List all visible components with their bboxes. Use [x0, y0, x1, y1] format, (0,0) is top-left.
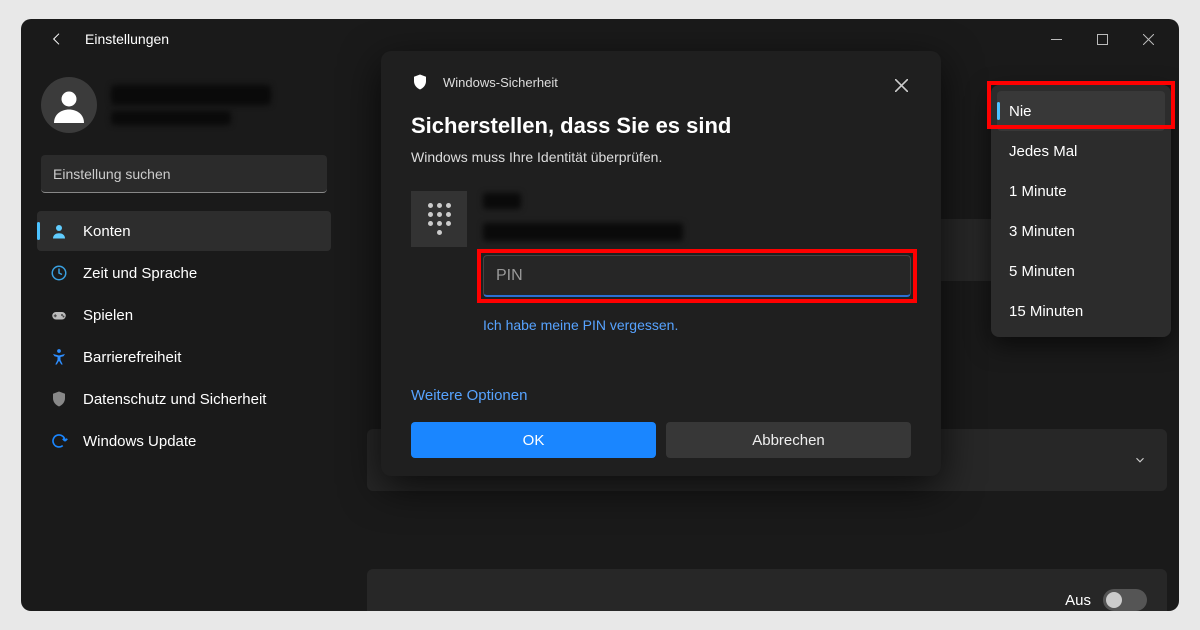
- dropdown-item-nie[interactable]: Nie: [997, 91, 1165, 131]
- sidebar-item-accessibility[interactable]: Barrierefreiheit: [37, 337, 331, 377]
- sidebar-item-time-language[interactable]: Zeit und Sprache: [37, 253, 331, 293]
- minimize-button[interactable]: [1033, 23, 1079, 55]
- shield-icon: [49, 389, 69, 409]
- dialog-brand: Windows-Sicherheit: [443, 75, 558, 90]
- cancel-button[interactable]: Abbrechen: [666, 422, 911, 458]
- ok-button[interactable]: OK: [411, 422, 656, 458]
- dropdown-item-1-minute[interactable]: 1 Minute: [997, 171, 1165, 211]
- window-title: Einstellungen: [85, 31, 169, 47]
- sidebar-item-accounts[interactable]: Konten: [37, 211, 331, 251]
- credential-block: Ich habe meine PIN vergessen.: [411, 191, 911, 333]
- profile-name-redacted: [111, 85, 271, 105]
- chevron-down-icon: [1133, 453, 1147, 467]
- gamepad-icon: [49, 305, 69, 325]
- close-button[interactable]: [1125, 23, 1171, 55]
- settings-window: Einstellungen Einstellung suchen: [21, 19, 1179, 611]
- sidebar-item-gaming[interactable]: Spielen: [37, 295, 331, 335]
- sidebar: Einstellung suchen Konten Zeit und Sprac…: [21, 59, 341, 611]
- sidebar-item-privacy-security[interactable]: Datenschutz und Sicherheit: [37, 379, 331, 419]
- profile-text: [111, 85, 271, 125]
- globe-clock-icon: [49, 263, 69, 283]
- timeout-dropdown: Nie Jedes Mal 1 Minute 3 Minuten 5 Minut…: [991, 85, 1171, 337]
- settings-row-toggle[interactable]: Aus: [367, 569, 1167, 611]
- credential-email-redacted: [483, 223, 683, 241]
- person-icon: [49, 221, 69, 241]
- dialog-title: Sicherstellen, dass Sie es sind: [411, 113, 911, 139]
- keypad-icon: [411, 191, 467, 247]
- forgot-pin-link[interactable]: Ich habe meine PIN vergessen.: [483, 317, 911, 333]
- profile-email-redacted: [111, 111, 231, 125]
- dropdown-item-5-minuten[interactable]: 5 Minuten: [997, 251, 1165, 291]
- pin-input[interactable]: [483, 255, 911, 297]
- sidebar-item-label: Datenschutz und Sicherheit: [83, 391, 266, 408]
- windows-security-dialog: Windows-Sicherheit Sicherstellen, dass S…: [381, 51, 941, 476]
- back-button[interactable]: [41, 23, 73, 55]
- sidebar-item-label: Spielen: [83, 307, 133, 324]
- dialog-subtitle: Windows muss Ihre Identität überprüfen.: [411, 149, 911, 165]
- toggle-switch[interactable]: [1103, 589, 1147, 611]
- dialog-close-button[interactable]: [885, 69, 917, 101]
- dropdown-item-jedes-mal[interactable]: Jedes Mal: [997, 131, 1165, 171]
- accessibility-icon: [49, 347, 69, 367]
- profile-block[interactable]: [37, 69, 331, 151]
- update-icon: [49, 431, 69, 451]
- more-options-link[interactable]: Weitere Optionen: [411, 387, 911, 404]
- dropdown-item-3-minuten[interactable]: 3 Minuten: [997, 211, 1165, 251]
- sidebar-item-label: Zeit und Sprache: [83, 265, 197, 282]
- sidebar-item-windows-update[interactable]: Windows Update: [37, 421, 331, 461]
- maximize-button[interactable]: [1079, 23, 1125, 55]
- toggle-label: Aus: [1065, 592, 1091, 609]
- window-controls: [1033, 23, 1171, 55]
- search-placeholder: Einstellung suchen: [53, 166, 171, 182]
- shield-icon: [411, 73, 429, 91]
- credential-user-redacted: [483, 193, 521, 209]
- sidebar-nav: Konten Zeit und Sprache Spielen: [37, 211, 331, 461]
- avatar: [41, 77, 97, 133]
- search-input[interactable]: Einstellung suchen: [41, 155, 327, 193]
- sidebar-item-label: Windows Update: [83, 433, 196, 450]
- sidebar-item-label: Konten: [83, 223, 131, 240]
- sidebar-item-label: Barrierefreiheit: [83, 349, 181, 366]
- dropdown-item-15-minuten[interactable]: 15 Minuten: [997, 291, 1165, 331]
